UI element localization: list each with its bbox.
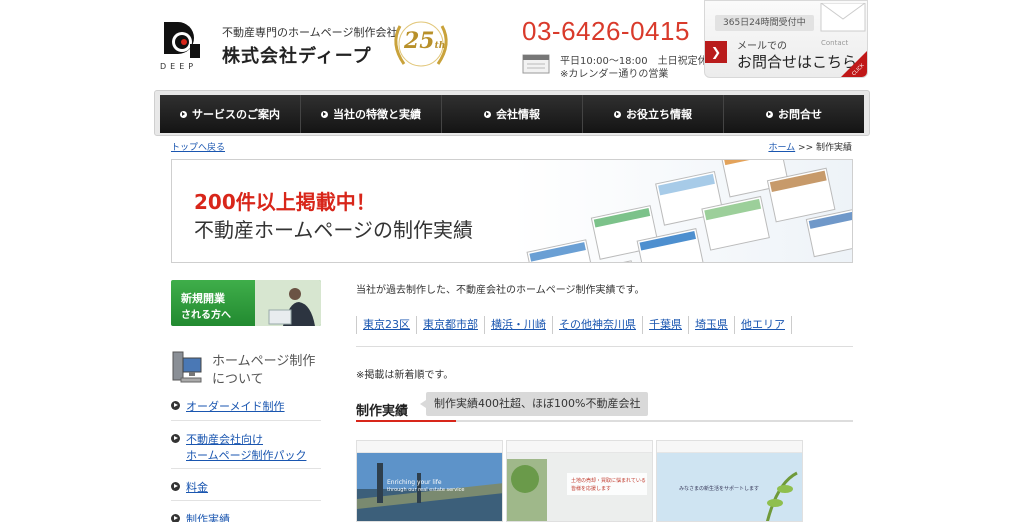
arrow-bullet-icon (171, 401, 180, 410)
works-thumbnail[interactable]: Enriching your life through our real est… (356, 440, 503, 522)
global-nav: サービスのご案内 当社の特徴と実績 会社情報 お役立ち情報 お問合せ (160, 95, 864, 133)
area-link-tokyo23[interactable]: 東京23区 (356, 316, 416, 334)
contact-small-label: メールでの (737, 41, 787, 52)
arrow-bullet-icon (766, 110, 773, 118)
area-link-yokohama[interactable]: 横浜・川崎 (484, 316, 552, 334)
thumbnail-copy: 皆様を応援します (571, 486, 612, 492)
nav-label: 会社情報 (496, 108, 540, 121)
business-hours-note: ※カレンダー通りの営業 (560, 69, 669, 80)
contact-button[interactable]: 365日24時間受付中 ❯ メールでの Contact お問合せはこちら CLI… (704, 0, 868, 78)
arrow-bullet-icon (171, 434, 180, 443)
intro-text: 当社が過去制作した、不動産会社のホームページ制作実績です。 (356, 285, 645, 296)
thumbnail-copy: みなさまの新生活をサポートします (679, 486, 760, 492)
banner-subheadline: 不動産ホームページの制作実績 (194, 218, 473, 242)
header-tagline: 不動産専門のホームページ制作会社 (222, 26, 398, 39)
section-title: 制作実績 (356, 404, 409, 419)
new-business-label: 新規開業 (181, 292, 225, 305)
company-logo-icon[interactable] (160, 18, 206, 64)
sidebar-divider (171, 420, 321, 421)
phone-number[interactable]: 03-6426-0415 (522, 16, 690, 47)
section-underline-accent (356, 420, 456, 422)
calendar-icon (522, 54, 550, 74)
arrow-bullet-icon (171, 514, 180, 522)
nav-company[interactable]: 会社情報 (442, 95, 583, 133)
back-to-top-link[interactable]: トップへ戻る (171, 140, 225, 153)
nav-label: お役立ち情報 (626, 108, 692, 121)
nav-tips[interactable]: お役立ち情報 (583, 95, 724, 133)
new-business-button[interactable]: 新規開業 される方へ (171, 280, 321, 326)
company-name[interactable]: 株式会社ディープ (222, 42, 372, 68)
sidebar-divider (171, 500, 321, 501)
area-link-tokyo-city[interactable]: 東京都市部 (416, 316, 484, 334)
contact-main-label: お問合せはこちら (737, 53, 858, 71)
thumbnail-copy: 土地の売却・買取に悩まれている (571, 478, 646, 484)
contact-en-label: Contact (821, 39, 849, 47)
sidebar-item-package-line2[interactable]: ホームページ制作パック (186, 447, 306, 463)
works-thumbnail[interactable]: みなさまの新生活をサポートします (656, 440, 803, 522)
arrow-bullet-icon (484, 110, 491, 118)
breadcrumb-home-link[interactable]: ホーム (768, 143, 795, 153)
breadcrumb: ホーム >> 制作実績 (768, 140, 852, 153)
divider (356, 346, 853, 347)
nav-features[interactable]: 当社の特徴と実績 (301, 95, 442, 133)
section-callout: 制作実績400社超、ほぼ100%不動産会社 (419, 392, 649, 416)
arrow-bullet-icon (321, 110, 328, 118)
badge-suffix: th (434, 41, 446, 51)
website-screenshots-collage (526, 160, 852, 262)
thumbnail-copy: Enriching your life (387, 479, 442, 486)
nav-services[interactable]: サービスのご案内 (160, 95, 301, 133)
computer-icon (172, 351, 202, 383)
area-link-chiba[interactable]: 千葉県 (642, 316, 688, 334)
hero-banner: 200件以上掲載中！ 不動産ホームページの制作実績 (171, 159, 853, 263)
badge-number: 25th (404, 28, 446, 54)
area-link-saitama[interactable]: 埼玉県 (688, 316, 734, 334)
nav-label: サービスのご案内 (192, 108, 280, 121)
logo-word: DEEP (160, 62, 198, 71)
works-thumbnail[interactable]: 土地の売却・買取に悩まれている 皆様を応援します (506, 440, 653, 522)
nav-label: お問合せ (778, 108, 822, 121)
sidebar-item-works[interactable]: 制作実績 (186, 511, 230, 522)
new-business-sublabel: される方へ (181, 310, 231, 321)
envelope-icon (820, 3, 866, 32)
anniversary-badge: 25th (386, 16, 456, 72)
arrow-bullet-icon (171, 482, 180, 491)
thumbnail-copy: through our real estate service (387, 487, 465, 493)
area-link-other[interactable]: 他エリア (734, 316, 792, 334)
arrow-bullet-icon (614, 110, 621, 118)
breadcrumb-current: 制作実績 (815, 143, 852, 153)
thumbnail-header (507, 441, 652, 453)
contact-availability: 365日24時間受付中 (715, 15, 814, 31)
area-link-kanagawa[interactable]: その他神奈川県 (552, 316, 642, 334)
sidebar-divider (171, 468, 321, 469)
businessman-photo (255, 280, 321, 326)
chevron-right-icon: ❯ (705, 41, 727, 63)
arrow-bullet-icon (180, 110, 187, 118)
banner-headline: 200件以上掲載中！ (194, 190, 376, 214)
thumbnail-header (357, 441, 502, 453)
nav-contact[interactable]: お問合せ (724, 95, 864, 133)
breadcrumb-separator: >> (795, 143, 816, 153)
sidebar-item-pricing[interactable]: 料金 (186, 479, 208, 495)
sidebar-heading-line2: について (212, 372, 264, 387)
area-filter: 東京23区 東京都市部 横浜・川崎 その他神奈川県 千葉県 埼玉県 他エリア (356, 316, 792, 336)
sidebar-item-order-made[interactable]: オーダーメイド制作 (186, 398, 285, 414)
sidebar-item-package[interactable]: 不動産会社向け (186, 431, 263, 447)
nav-label: 当社の特徴と実績 (333, 108, 421, 121)
sidebar-heading: ホームページ制作 (212, 354, 316, 369)
thumbnail-header (657, 441, 802, 453)
global-nav-frame: サービスのご案内 当社の特徴と実績 会社情報 お役立ち情報 お問合せ (154, 90, 870, 136)
sort-note: ※掲載は新着順です。 (356, 370, 454, 381)
